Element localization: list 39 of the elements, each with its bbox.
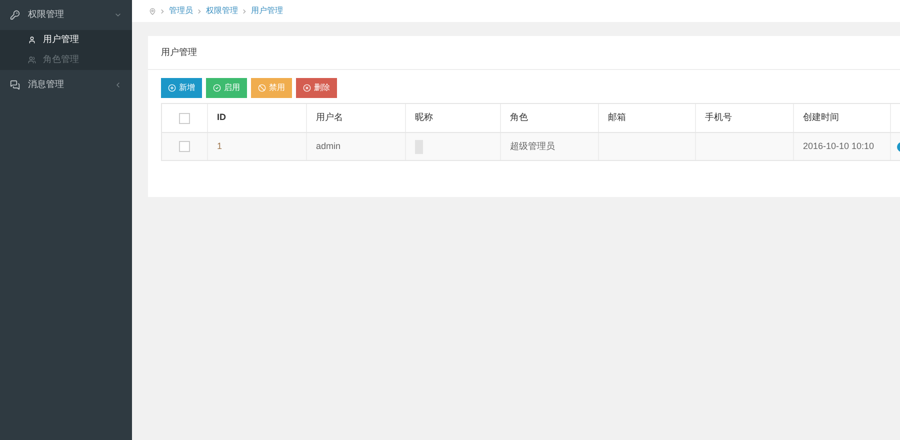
table-cell-text: admin <box>316 140 341 153</box>
sidebar-item[interactable]: 权限管理 <box>0 0 132 30</box>
header-checkbox[interactable] <box>179 112 190 124</box>
ban-icon <box>258 84 266 92</box>
submenu-item-icon <box>28 36 36 44</box>
sidebar-item[interactable]: 消息管理 <box>0 70 132 100</box>
plus-icon <box>168 84 176 92</box>
row-checkbox[interactable] <box>179 141 190 152</box>
chevron-right-icon <box>243 8 246 14</box>
sidebar-item-icon <box>10 80 20 90</box>
breadcrumb-link[interactable]: 用户管理 <box>251 5 283 17</box>
column-header: ID <box>217 111 226 124</box>
breadcrumb-link[interactable]: 权限管理 <box>206 5 238 17</box>
submenu-item[interactable]: 角色管理 <box>0 50 132 70</box>
location-pin-icon <box>149 8 156 14</box>
action-button[interactable]: 删除 <box>296 78 337 98</box>
breadcrumb-link[interactable]: 管理员 <box>169 5 193 17</box>
table-cell-text: 1 <box>217 140 222 153</box>
submenu-item[interactable]: 用户管理 <box>0 30 132 50</box>
column-header: 邮箱 <box>608 111 626 124</box>
table-cell-text: 超级管理员 <box>510 140 555 153</box>
chevron-right-icon <box>198 8 201 14</box>
action-button[interactable]: 新增 <box>161 78 202 98</box>
column-header: 手机号 <box>705 111 732 124</box>
action-button[interactable]: 启用 <box>206 78 247 98</box>
chevron-left-icon <box>114 81 122 89</box>
x-circle-icon <box>303 84 311 92</box>
table-cell-text: 2016-10-10 10:10 <box>803 140 874 153</box>
check-icon <box>213 84 221 92</box>
column-header: 用户名 <box>316 111 343 124</box>
chevron-down-icon <box>114 11 122 19</box>
action-button[interactable]: 禁用 <box>251 78 292 98</box>
column-header: 创建时间 <box>803 111 839 124</box>
chevron-right-icon <box>161 8 164 14</box>
submenu-item-icon <box>28 56 36 64</box>
column-header: 昵称 <box>415 111 433 124</box>
column-header: 角色 <box>510 111 528 124</box>
panel-title: 用户管理 <box>161 46 197 59</box>
sidebar-item-icon <box>10 10 20 20</box>
